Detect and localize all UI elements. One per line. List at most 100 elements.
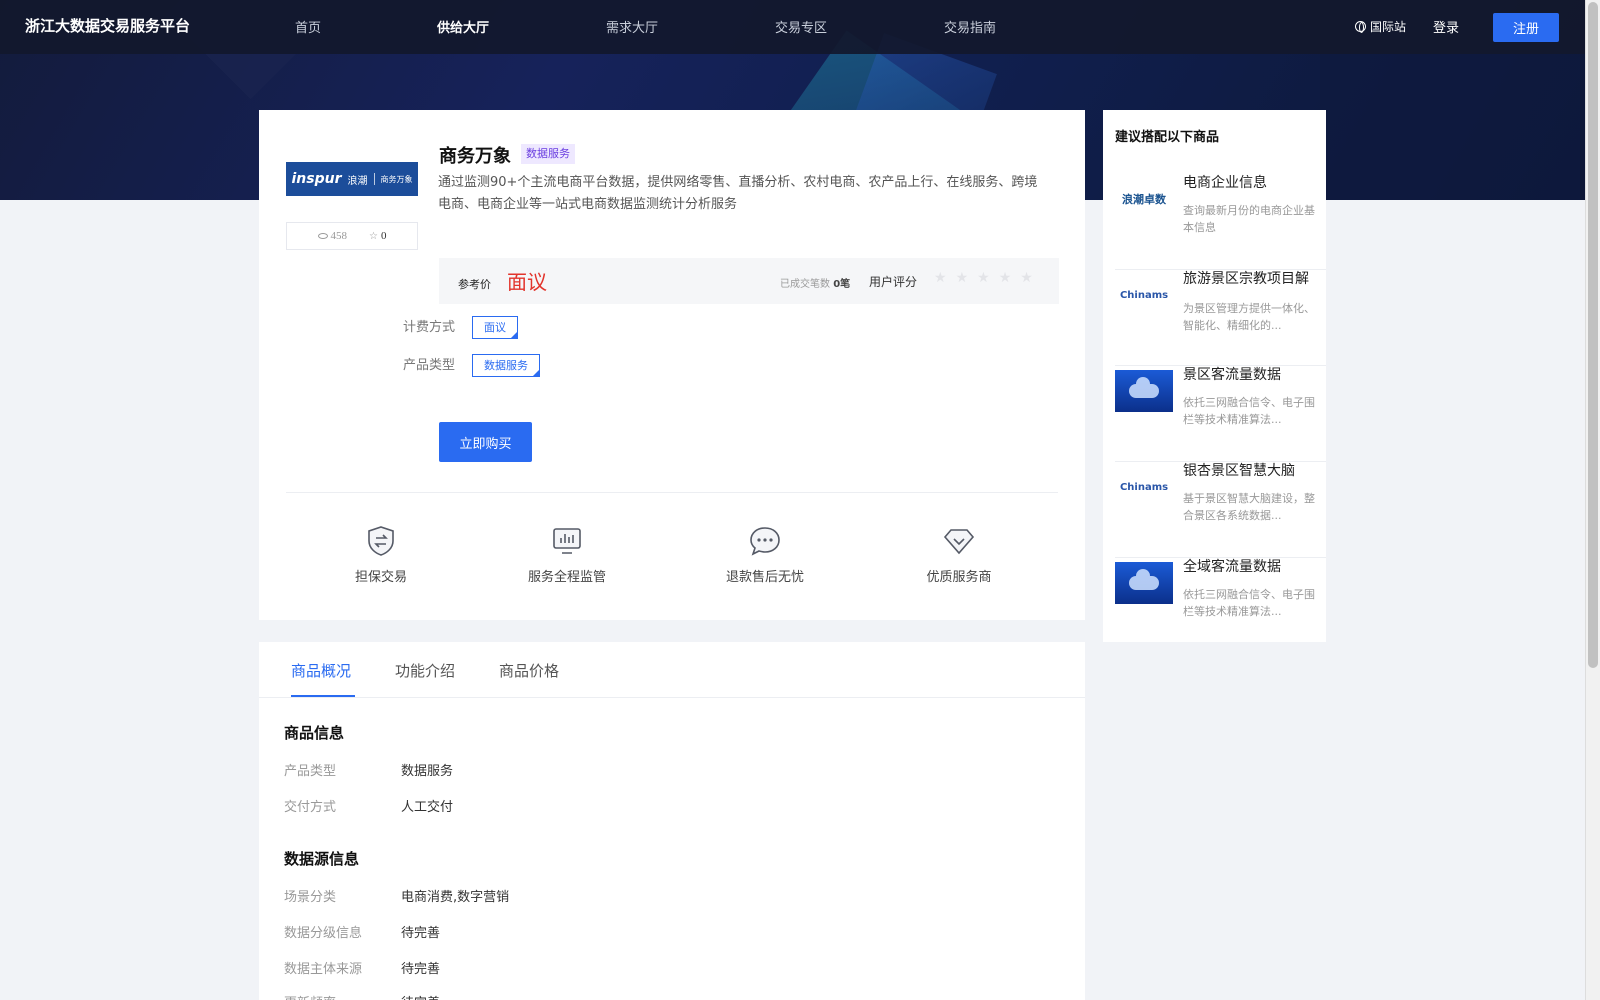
- recommend-item[interactable]: 浪潮卓数 电商企业信息 查询最新月份的电商企业基本信息: [1115, 174, 1326, 270]
- recommend-item-title[interactable]: 景区客流量数据: [1183, 366, 1323, 385]
- star-icon: ★: [998, 271, 1012, 286]
- billing-label: 计费方式: [403, 320, 456, 335]
- source-value: 待完善: [401, 962, 441, 977]
- recommend-item-title[interactable]: 旅游景区宗教项目解: [1183, 270, 1323, 289]
- tab-pricing[interactable]: 商品价格: [499, 660, 559, 681]
- views-count: 458: [330, 230, 348, 242]
- product-description: 通过监测90+个主流电商平台数据，提供网络零售、直播分析、农村电商、农产品上行、…: [438, 175, 1038, 212]
- tab-features[interactable]: 功能介绍: [395, 660, 455, 681]
- info-value: 人工交付: [401, 800, 454, 815]
- recommend-panel: 建议搭配以下商品 浪潮卓数 电商企业信息 查询最新月份的电商企业基本信息 Chi…: [1103, 110, 1326, 642]
- source-key: 数据主体来源: [284, 962, 363, 977]
- recommend-thumb: [1115, 562, 1173, 604]
- thumb-logo-text: 浪潮卓数: [1122, 193, 1166, 206]
- info-value: 数据服务: [401, 764, 454, 779]
- recommend-thumb: Chinams: [1115, 274, 1173, 316]
- page-scrollbar[interactable]: [1585, 0, 1600, 1000]
- guarantee-label: 优质服务商: [926, 570, 992, 585]
- recommend-item-title[interactable]: 电商企业信息: [1183, 174, 1323, 193]
- product-logo: inspur 浪潮 商务万象: [286, 162, 418, 196]
- cloud-icon: [1129, 377, 1159, 398]
- rating-stars: ★ ★ ★ ★ ★: [934, 270, 1033, 287]
- intl-label: 国际站: [1370, 20, 1407, 34]
- source-key: 更新频率: [284, 992, 336, 1000]
- recommend-item-desc: 依托三网融合信令、电子围栏等技术精准算法...: [1183, 588, 1315, 618]
- recommend-item[interactable]: Chinams 旅游景区宗教项目解 为景区管理方提供一体化、智能化、精细化的..…: [1115, 270, 1326, 366]
- recommend-item-desc: 为景区管理方提供一体化、智能化、精细化的...: [1183, 302, 1315, 332]
- product-card: inspur 浪潮 商务万象 458 ☆ 0 商务万象 数据服务 通过监测90+个…: [259, 110, 1085, 620]
- intl-site-link[interactable]: 国际站: [1355, 18, 1406, 35]
- source-section-title: 数据源信息: [284, 850, 360, 868]
- nav-demand-hall[interactable]: 需求大厅: [606, 17, 658, 36]
- recommend-title: 建议搭配以下商品: [1115, 130, 1220, 145]
- source-value: 待完善: [401, 992, 440, 1000]
- tab-underline: [291, 695, 355, 697]
- buy-now-button[interactable]: 立即购买: [439, 422, 532, 462]
- nav-home[interactable]: 首页: [295, 17, 321, 36]
- recommend-thumb: Chinams: [1115, 466, 1173, 508]
- views-stat: 458: [317, 230, 348, 242]
- star-icon: ★: [934, 271, 947, 286]
- deal-value: 0笔: [833, 279, 851, 290]
- globe-icon: [1355, 21, 1366, 33]
- nav-trade-guide[interactable]: 交易指南: [944, 17, 996, 36]
- detail-section: 商品概况 功能介绍 商品价格 商品信息 产品类型 数据服务 交付方式 人工交付 …: [259, 642, 1085, 1000]
- price-bar: 参考价 面议 已成交笔数 0笔 用户评分 ★ ★ ★ ★ ★: [439, 258, 1059, 304]
- product-stats: 458 ☆ 0: [286, 222, 418, 250]
- source-value: 待完善: [401, 926, 441, 941]
- info-key: 产品类型: [284, 764, 337, 779]
- deal-label: 已成交笔数: [780, 279, 830, 290]
- price-label: 参考价: [458, 278, 491, 291]
- type-label: 产品类型: [403, 358, 456, 373]
- register-button[interactable]: 注册: [1493, 13, 1559, 42]
- guarantee-label: 服务全程监管: [527, 570, 606, 585]
- recommend-item[interactable]: 景区客流量数据 依托三网融合信令、电子围栏等技术精准算法...: [1115, 366, 1326, 462]
- recommend-item[interactable]: 全域客流量数据 依托三网融合信令、电子围栏等技术精准算法...: [1115, 558, 1326, 654]
- chat-bubble-icon: [750, 527, 780, 556]
- thumb-logo-text: Chinams: [1119, 289, 1169, 301]
- favorites-count: 0: [380, 230, 387, 242]
- recommend-item-desc: 基于景区智慧大脑建设，整合景区各系统数据...: [1183, 492, 1315, 522]
- recommend-thumb: 浪潮卓数: [1115, 178, 1173, 220]
- guarantee-label: 担保交易: [354, 570, 407, 585]
- recommend-item-title[interactable]: 全域客流量数据: [1183, 558, 1323, 577]
- guarantee-label: 退款售后无忧: [725, 570, 804, 585]
- site-logo[interactable]: 浙江大数据交易服务平台: [25, 15, 190, 36]
- guarantee-quality: 优质服务商: [894, 524, 1024, 585]
- favorites-stat[interactable]: ☆ 0: [369, 230, 386, 242]
- rating-label: 用户评分: [869, 275, 918, 289]
- nav-supply-hall[interactable]: 供给大厅: [437, 17, 489, 36]
- info-section-title: 商品信息: [284, 724, 345, 742]
- logo-brand: inspur: [291, 171, 342, 187]
- nav-trade-zone[interactable]: 交易专区: [775, 17, 827, 36]
- product-title: 商务万象: [439, 146, 511, 167]
- top-nav: 浙江大数据交易服务平台 首页 供给大厅 需求大厅 交易专区 交易指南 国际站 登…: [0, 0, 1585, 54]
- price-value: 面议: [507, 270, 547, 294]
- star-icon: ★: [955, 271, 969, 286]
- type-option[interactable]: 数据服务: [472, 354, 540, 377]
- cloud-icon: [1129, 569, 1159, 590]
- recommend-item-desc: 查询最新月份的电商企业基本信息: [1183, 204, 1315, 234]
- thumb-logo-text: Chinams: [1119, 481, 1169, 493]
- recommend-item-desc: 依托三网融合信令、电子围栏等技术精准算法...: [1183, 396, 1315, 426]
- detail-tabs: 商品概况 功能介绍 商品价格: [259, 642, 1085, 698]
- star-outline-icon: ☆: [369, 231, 378, 242]
- shield-exchange-icon: [368, 526, 394, 556]
- logo-sub: 商务万象: [380, 174, 413, 184]
- star-icon: ★: [1020, 271, 1033, 286]
- info-key: 交付方式: [284, 800, 337, 815]
- recommend-item-title[interactable]: 银杏景区智慧大脑: [1183, 462, 1323, 481]
- divider: [286, 492, 1058, 493]
- login-link[interactable]: 登录: [1433, 17, 1459, 36]
- guarantee-escrow: 担保交易: [316, 524, 446, 585]
- source-key: 场景分类: [284, 890, 337, 905]
- tab-overview[interactable]: 商品概况: [291, 660, 351, 681]
- product-tag: 数据服务: [521, 144, 575, 164]
- guarantee-refund: 退款售后无忧: [700, 524, 830, 585]
- recommend-item[interactable]: Chinams 银杏景区智慧大脑 基于景区智慧大脑建设，整合景区各系统数据...: [1115, 462, 1326, 558]
- diamond-check-icon: [943, 529, 975, 555]
- source-value: 电商消费,数字营销: [401, 890, 510, 905]
- guarantee-supervision: 服务全程监管: [502, 524, 632, 585]
- billing-option[interactable]: 面议: [472, 316, 518, 339]
- scrollbar-thumb[interactable]: [1588, 2, 1598, 668]
